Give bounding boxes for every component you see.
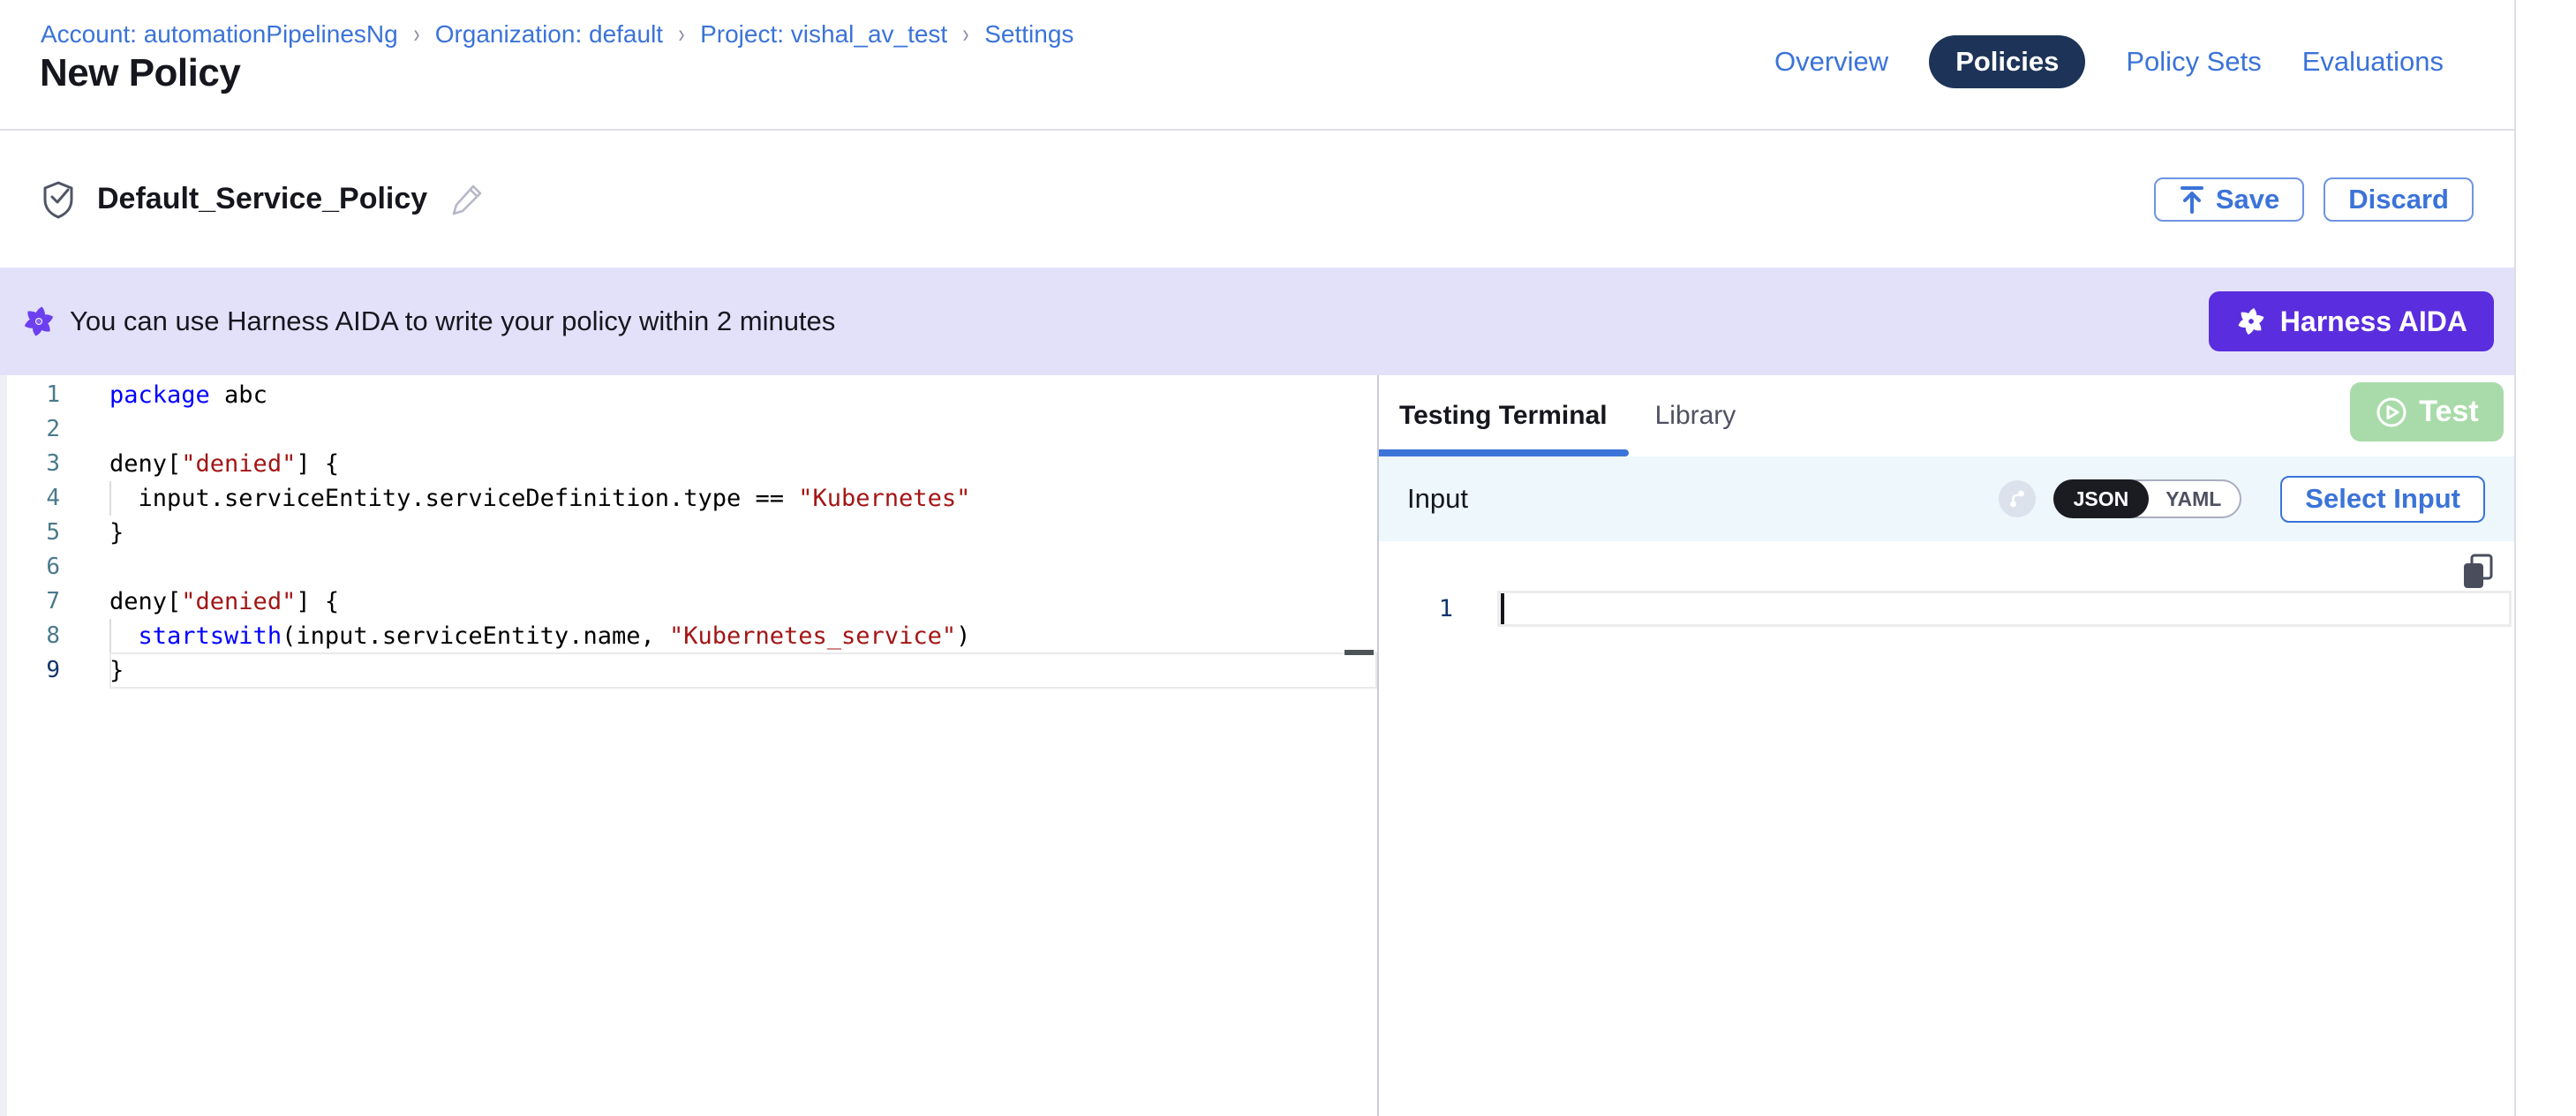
code-line-9: 9}	[0, 653, 1377, 688]
code-line-3: 3deny["denied"] {	[0, 447, 1377, 481]
aida-banner-text: You can use Harness AIDA to write your p…	[70, 305, 835, 337]
code-text: input.serviceEntity.serviceDefinition.ty…	[109, 481, 970, 516]
breadcrumb-separator: ›	[963, 19, 969, 49]
code-text: }	[109, 653, 124, 688]
nav-tab-policy-sets[interactable]: Policy Sets	[2126, 46, 2261, 78]
breadcrumb-separator: ›	[413, 19, 419, 49]
select-input-button[interactable]: Select Input	[2280, 476, 2485, 523]
nav-tab-policies[interactable]: Policies	[1929, 35, 2085, 88]
format-toggle: JSONYAML	[2053, 479, 2242, 518]
play-circle-icon	[2375, 396, 2408, 429]
git-branch-icon[interactable]	[1999, 480, 2036, 517]
code-text: }	[109, 516, 124, 550]
code-line-5: 5}	[0, 516, 1377, 550]
nav-tab-evaluations[interactable]: Evaluations	[2302, 46, 2444, 78]
discard-button[interactable]: Discard	[2324, 177, 2474, 222]
line-number: 8	[0, 619, 109, 653]
code-line-2: 2	[0, 412, 1377, 447]
policy-shield-icon	[41, 180, 76, 219]
format-option-yaml[interactable]: YAML	[2147, 479, 2240, 518]
harness-aida-label: Harness AIDA	[2280, 305, 2467, 338]
input-editor-line: 1	[1379, 591, 2514, 627]
code-line-7: 7deny["denied"] {	[0, 584, 1377, 619]
text-cursor	[1501, 593, 1504, 624]
testing-panel: Testing Terminal Library Test Input	[1379, 375, 2514, 1116]
app-window: Account: automationPipelinesNg › Organizat…	[0, 0, 2576, 1116]
test-button[interactable]: Test	[2350, 382, 2504, 441]
breadcrumb-link-settings[interactable]: Settings	[984, 20, 1073, 49]
nav-tab-overview[interactable]: Overview	[1774, 46, 1888, 78]
active-tab-underline	[1379, 449, 1629, 456]
aida-flower-icon	[21, 304, 56, 339]
harness-aida-button[interactable]: Harness AIDA	[2209, 291, 2494, 351]
page-title: New Policy	[40, 51, 240, 95]
code-text: startswith(input.serviceEntity.name, "Ku…	[109, 619, 970, 653]
input-current-line-highlight	[1497, 591, 2512, 627]
line-number: 3	[0, 447, 109, 481]
save-button[interactable]: Save	[2154, 177, 2304, 222]
policy-toolbar: Default_Service_Policy Save Discard	[0, 131, 2514, 268]
panel-tabs: Testing Terminal Library Test	[1379, 375, 2514, 456]
code-line-6: 6	[0, 550, 1377, 584]
tab-testing-terminal[interactable]: Testing Terminal	[1399, 401, 1608, 431]
input-line-number: 1	[1379, 591, 1453, 627]
indent-guide	[109, 619, 111, 653]
policy-name: Default_Service_Policy	[97, 182, 427, 216]
tab-library[interactable]: Library	[1655, 401, 1736, 431]
module-nav: Overview Policies Policy Sets Evaluations	[1774, 37, 2444, 87]
line-number: 1	[0, 378, 109, 412]
test-label: Test	[2419, 395, 2478, 429]
overview-ruler-cursor-marker	[1344, 650, 1374, 655]
aida-flower-icon-white	[2235, 305, 2267, 337]
current-line-highlight	[109, 652, 1377, 689]
aida-banner: You can use Harness AIDA to write your p…	[0, 268, 2514, 375]
code-line-4: 4 input.serviceEntity.serviceDefinition.…	[0, 481, 1377, 516]
breadcrumb-separator: ›	[679, 19, 685, 49]
line-number: 7	[0, 584, 109, 619]
input-label: Input	[1407, 483, 1468, 515]
line-number: 2	[0, 412, 109, 447]
policy-code-editor[interactable]: 1package abc23deny["denied"] {4 input.se…	[0, 375, 1379, 1116]
breadcrumb-link-organization[interactable]: Organization: default	[435, 20, 663, 49]
copy-icon[interactable]	[2459, 552, 2497, 595]
page-right-gutter	[2514, 0, 2576, 1116]
code-line-8: 8 startswith(input.serviceEntity.name, "…	[0, 619, 1377, 653]
test-input-editor[interactable]: 1	[1379, 541, 2514, 1116]
upload-icon	[2179, 185, 2205, 215]
code-line-1: 1package abc	[0, 378, 1377, 412]
code-text: deny["denied"] {	[109, 447, 339, 481]
line-number: 9	[0, 653, 109, 688]
input-bar-controls: JSONYAML Select Input	[1999, 476, 2485, 523]
toolbar-actions: Save Discard	[2154, 177, 2474, 222]
main-split: 1package abc23deny["denied"] {4 input.se…	[0, 375, 2514, 1116]
line-number: 5	[0, 516, 109, 550]
input-header-bar: Input JSONYAML Select Input	[1379, 456, 2514, 541]
page-content: Account: automationPipelinesNg › Organizat…	[0, 0, 2514, 1116]
select-input-label: Select Input	[2305, 483, 2460, 515]
code-lines: 1package abc23deny["denied"] {4 input.se…	[0, 378, 1377, 688]
breadcrumb-link-account[interactable]: Account: automationPipelinesNg	[41, 20, 398, 49]
discard-label: Discard	[2348, 184, 2449, 215]
line-number: 4	[0, 481, 109, 516]
line-number: 6	[0, 550, 109, 584]
code-text: package abc	[109, 378, 267, 412]
indent-guide	[109, 481, 111, 516]
pencil-icon	[448, 181, 486, 218]
code-text: deny["denied"] {	[109, 584, 339, 619]
format-option-json[interactable]: JSON	[2053, 479, 2150, 518]
page-header: Account: automationPipelinesNg › Organizat…	[0, 0, 2514, 131]
breadcrumb: Account: automationPipelinesNg › Organizat…	[41, 19, 1073, 49]
save-label: Save	[2216, 184, 2279, 215]
breadcrumb-link-project[interactable]: Project: vishal_av_test	[700, 20, 947, 49]
edit-policy-name-button[interactable]	[448, 181, 486, 218]
